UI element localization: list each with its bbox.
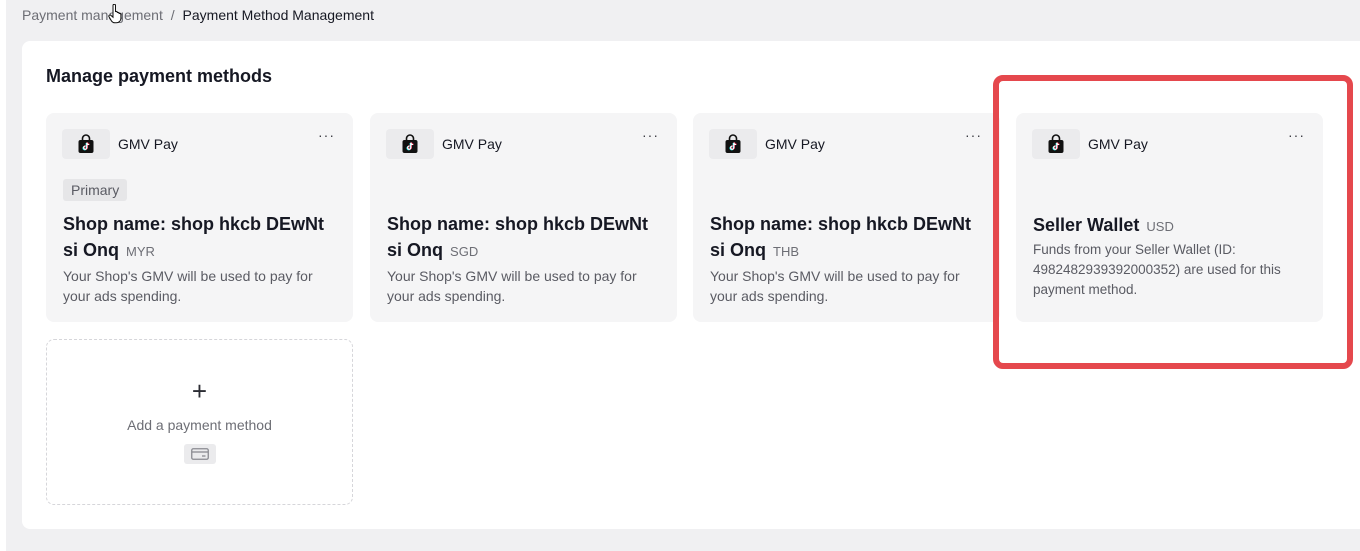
card-currency: USD: [1146, 219, 1174, 234]
hand-pointer-icon: [108, 4, 122, 24]
card-shop-name: Shop name: shop hkcb DEwNt si Onq: [710, 214, 972, 260]
wallet-name: Seller Wallet: [1033, 215, 1140, 235]
card-description: Funds from your Seller Wallet (ID: 49824…: [1033, 242, 1281, 297]
more-options-icon[interactable]: ···: [965, 127, 982, 143]
more-options-icon[interactable]: ···: [642, 127, 659, 143]
gmv-pay-logo: [709, 129, 757, 159]
more-options-icon[interactable]: ···: [1288, 127, 1305, 143]
tiktok-shop-bag-icon: [402, 134, 418, 153]
seller-wallet-card[interactable]: GMV Pay ··· Seller Wallet USD Funds from…: [1016, 113, 1323, 322]
card-brand: GMV Pay: [118, 136, 178, 152]
payment-method-card[interactable]: GMV Pay ··· Shop name: shop hkcb DEwNt s…: [693, 113, 1000, 322]
card-shop-name: Shop name: shop hkcb DEwNt si Onq: [387, 214, 649, 260]
breadcrumb-current: Payment Method Management: [182, 7, 374, 23]
credit-card-icon: [184, 444, 216, 464]
plus-icon: +: [191, 376, 208, 406]
card-currency: SGD: [450, 244, 479, 259]
card-brand: GMV Pay: [1088, 136, 1148, 152]
card-title: Seller Wallet USD: [1033, 212, 1309, 240]
add-payment-method-button[interactable]: + Add a payment method: [46, 339, 353, 505]
breadcrumb-separator: /: [170, 7, 175, 23]
gmv-pay-logo: [1032, 129, 1080, 159]
payment-method-card[interactable]: GMV Pay ··· Primary Shop name: shop hkcb…: [46, 113, 353, 322]
card-title: Shop name: shop hkcb DEwNt si Onq THB: [710, 211, 986, 265]
card-currency: THB: [773, 244, 800, 259]
card-title: Shop name: shop hkcb DEwNt si Onq SGD: [387, 211, 663, 265]
card-description: Your Shop's GMV will be used to pay for …: [710, 268, 960, 304]
payment-method-card[interactable]: GMV Pay ··· Shop name: shop hkcb DEwNt s…: [370, 113, 677, 322]
more-options-icon[interactable]: ···: [318, 127, 335, 143]
add-payment-method-label: Add a payment method: [127, 417, 272, 433]
card-title: Shop name: shop hkcb DEwNt si Onq MYR: [63, 211, 339, 265]
breadcrumb-parent-link[interactable]: Payment management: [22, 7, 163, 23]
gmv-pay-logo: [62, 129, 110, 159]
card-brand: GMV Pay: [442, 136, 502, 152]
tiktok-shop-bag-icon: [1048, 134, 1064, 153]
breadcrumb: Payment management / Payment Method Mana…: [22, 7, 374, 23]
tiktok-shop-bag-icon: [78, 134, 94, 153]
primary-badge: Primary: [63, 179, 128, 201]
gmv-pay-logo: [386, 129, 434, 159]
card-description: Your Shop's GMV will be used to pay for …: [387, 268, 637, 304]
card-shop-name: Shop name: shop hkcb DEwNt si Onq: [63, 214, 325, 260]
card-brand: GMV Pay: [765, 136, 825, 152]
page-title: Manage payment methods: [46, 66, 273, 86]
card-description: Your Shop's GMV will be used to pay for …: [63, 268, 313, 304]
card-currency: MYR: [126, 244, 155, 259]
tiktok-shop-bag-icon: [725, 134, 741, 153]
